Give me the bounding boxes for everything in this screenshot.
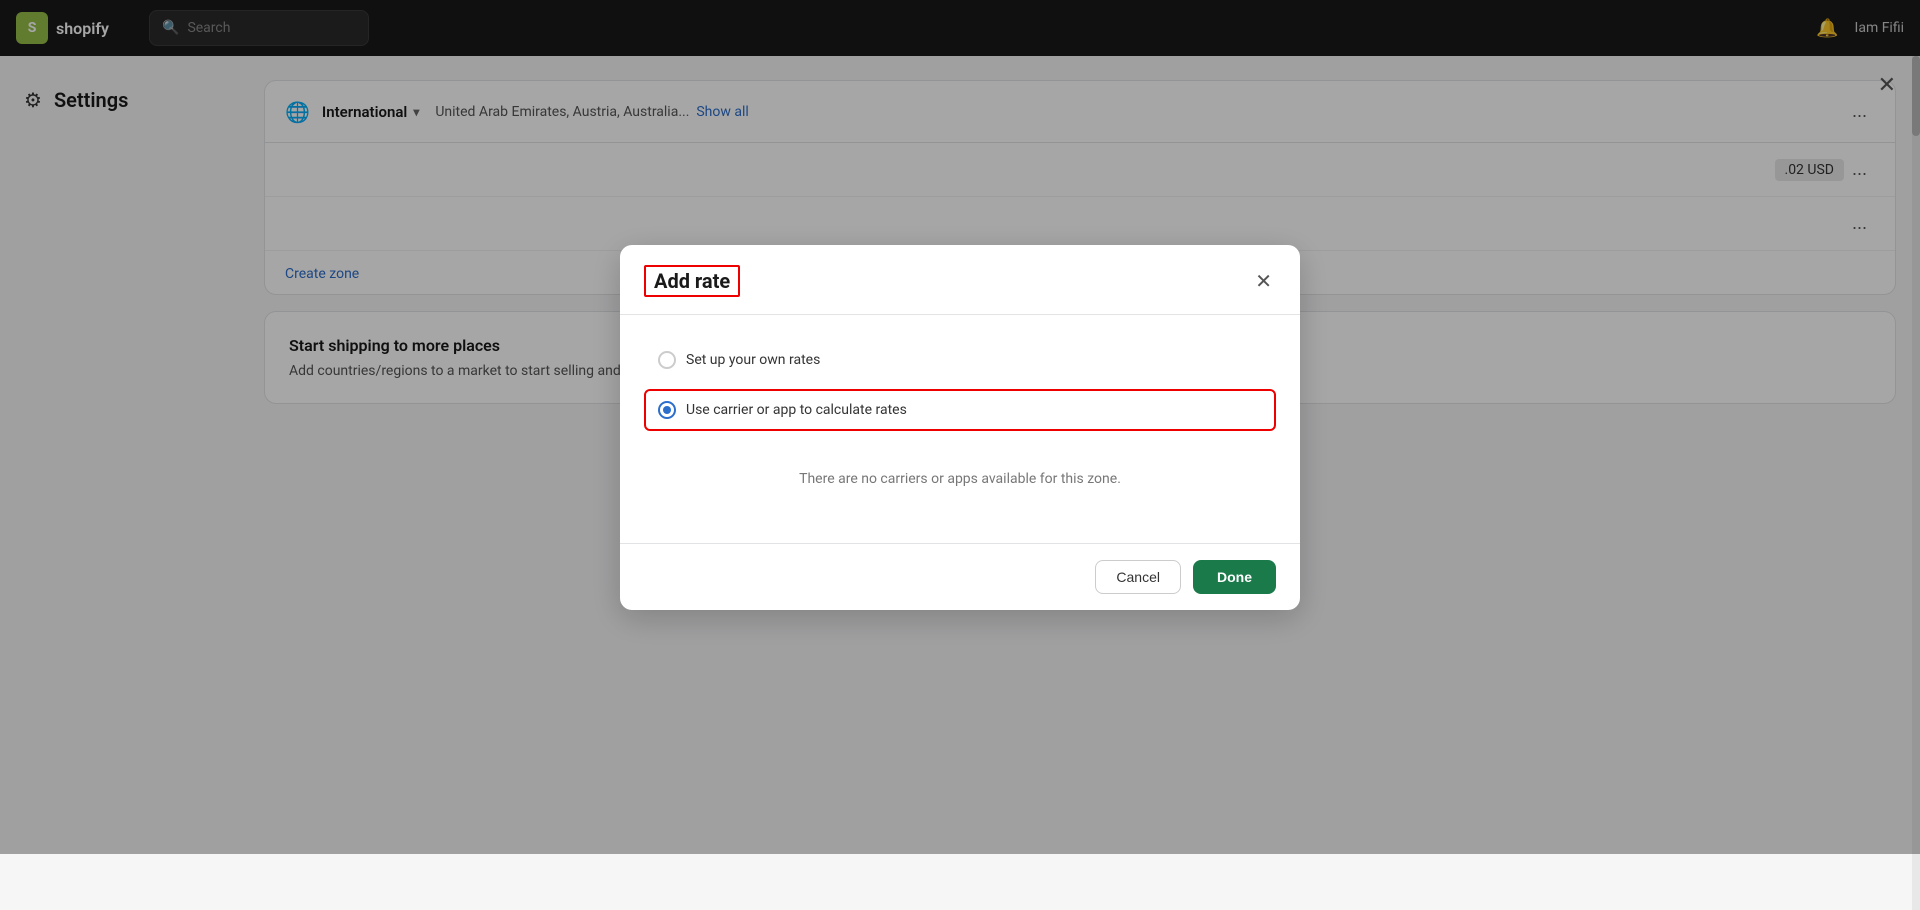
modal-close-button[interactable]: ✕	[1251, 265, 1276, 298]
modal-body: Set up your own rates Use carrier or app…	[620, 315, 1300, 543]
modal-title: Add rate	[644, 265, 740, 297]
modal-overlay: Add rate ✕ Set up your own rates Use car…	[0, 0, 1920, 854]
modal-footer: Cancel Done	[620, 543, 1300, 610]
radio-inner-carrier	[663, 406, 671, 414]
no-carriers-message: There are no carriers or apps available …	[644, 439, 1276, 519]
radio-circle-carrier	[658, 401, 676, 419]
cancel-button[interactable]: Cancel	[1095, 560, 1181, 594]
radio-circle-own	[658, 351, 676, 369]
done-button[interactable]: Done	[1193, 560, 1276, 594]
radio-option-carrier[interactable]: Use carrier or app to calculate rates	[644, 389, 1276, 431]
radio-option-own-rates[interactable]: Set up your own rates	[644, 339, 1276, 381]
modal-header: Add rate ✕	[620, 245, 1300, 315]
option2-label: Use carrier or app to calculate rates	[686, 402, 907, 418]
add-rate-modal: Add rate ✕ Set up your own rates Use car…	[620, 245, 1300, 610]
option1-label: Set up your own rates	[686, 352, 820, 368]
